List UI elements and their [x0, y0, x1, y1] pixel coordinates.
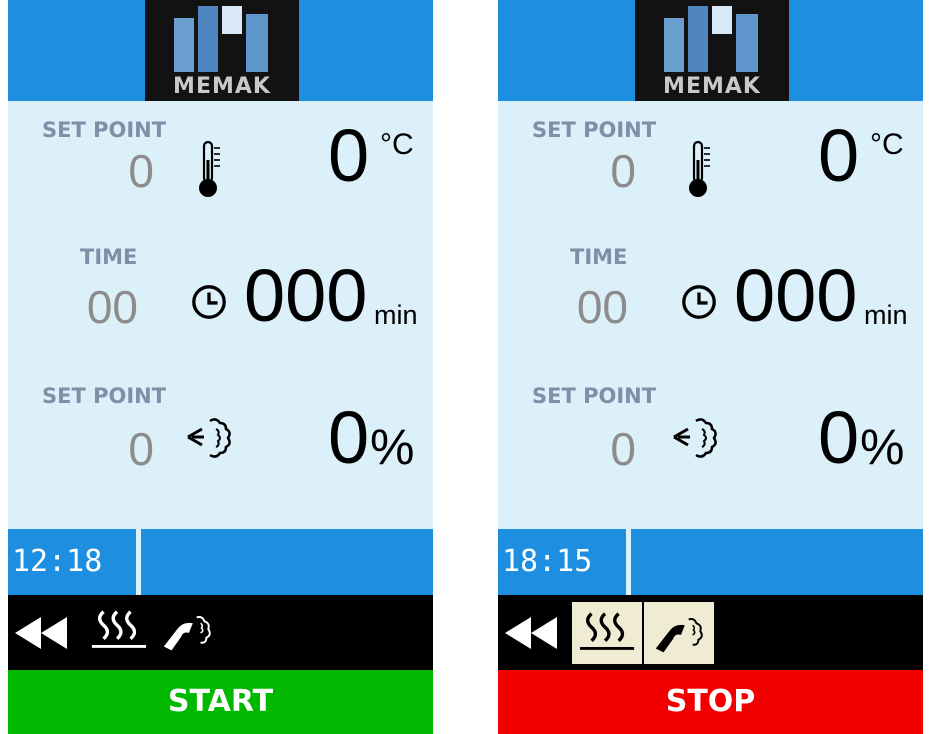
steam-injection-icon — [650, 611, 708, 655]
rewind-icon[interactable] — [500, 613, 562, 653]
oven-control-panel-right: MEMAK SET POINT 0 0 °C TIME 00 000 min S… — [498, 0, 923, 734]
time-unit: min — [864, 300, 908, 330]
mode-toolbar — [498, 595, 923, 670]
humidity-current-value: 0 — [328, 396, 370, 479]
header-bar: MEMAK — [498, 0, 923, 101]
temperature-current-value: 0 — [328, 114, 370, 197]
time-label: TIME — [570, 245, 628, 269]
time-setpoint-value[interactable]: 00 — [48, 282, 138, 332]
steam-icon — [186, 415, 236, 459]
start-button[interactable]: START — [8, 670, 433, 734]
header-bar: MEMAK — [8, 0, 433, 101]
time-unit: min — [374, 300, 418, 330]
logo-icon — [664, 6, 760, 72]
logo-icon — [174, 6, 270, 72]
status-bar: 18:15 — [498, 529, 923, 595]
heat-mode-icon[interactable] — [90, 609, 148, 653]
clock-display: 18:15 — [502, 544, 593, 579]
clock-icon — [190, 283, 228, 321]
logo-text: MEMAK — [173, 74, 271, 99]
temperature-setpoint-value[interactable]: 0 — [550, 146, 636, 196]
clock-display: 12:18 — [12, 544, 103, 579]
heat-mode-icon — [578, 611, 636, 655]
oven-control-panel-left: MEMAK SET POINT 0 0 °C TIME 00 000 min S… — [8, 0, 433, 734]
stop-button[interactable]: STOP — [498, 670, 923, 734]
temperature-setpoint-value[interactable]: 0 — [68, 146, 154, 196]
time-current-value: 000 — [244, 254, 368, 337]
temperature-setpoint-label: SET POINT — [532, 118, 657, 142]
clock-icon — [680, 283, 718, 321]
logo-text: MEMAK — [663, 74, 761, 99]
steam-injection-icon[interactable] — [158, 609, 216, 653]
heat-mode-button[interactable] — [572, 602, 642, 664]
mode-toolbar — [8, 595, 433, 670]
humidity-unit: % — [860, 419, 905, 475]
steam-icon — [672, 415, 722, 459]
memak-logo: MEMAK — [635, 0, 789, 101]
temperature-current-value: 0 — [818, 114, 860, 197]
humidity-setpoint-value[interactable]: 0 — [68, 424, 154, 474]
temperature-unit: °C — [380, 128, 414, 161]
thermometer-icon — [198, 140, 222, 200]
steam-injection-button[interactable] — [644, 602, 714, 664]
humidity-current-value: 0 — [818, 396, 860, 479]
time-current-value: 000 — [734, 254, 858, 337]
time-label: TIME — [80, 245, 138, 269]
temperature-setpoint-label: SET POINT — [42, 118, 167, 142]
humidity-setpoint-label: SET POINT — [532, 384, 657, 408]
humidity-unit: % — [370, 419, 415, 475]
humidity-setpoint-label: SET POINT — [42, 384, 167, 408]
time-setpoint-value[interactable]: 00 — [538, 282, 628, 332]
rewind-icon[interactable] — [10, 613, 72, 653]
humidity-setpoint-value[interactable]: 0 — [550, 424, 636, 474]
status-divider — [626, 529, 631, 595]
status-bar: 12:18 — [8, 529, 433, 595]
thermometer-icon — [688, 140, 712, 200]
memak-logo: MEMAK — [145, 0, 299, 101]
temperature-unit: °C — [870, 128, 904, 161]
status-divider — [136, 529, 141, 595]
